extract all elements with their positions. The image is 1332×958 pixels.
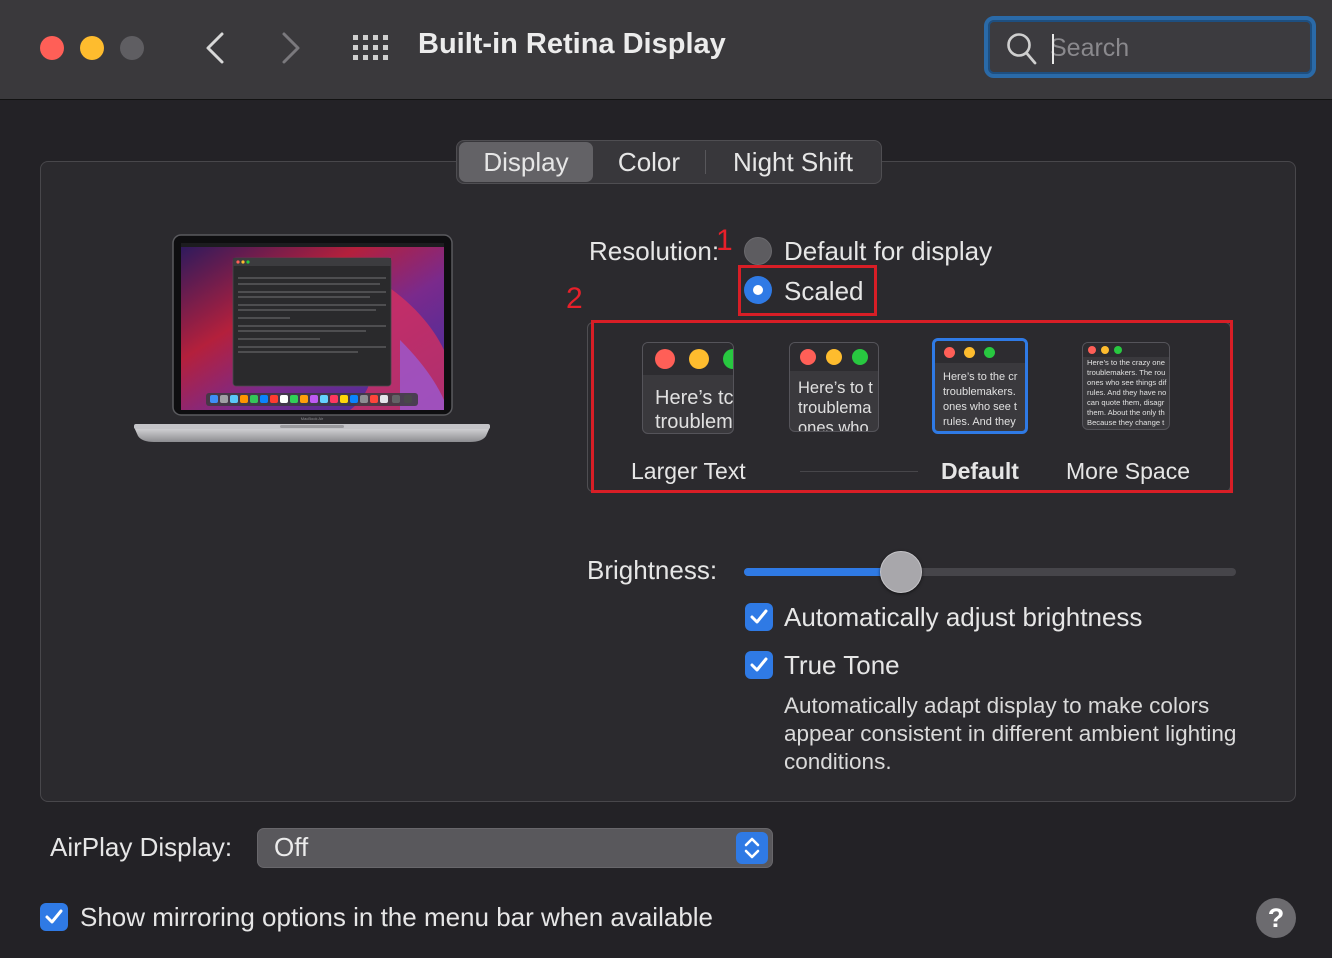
checkmark-icon [748, 654, 770, 676]
up-down-chevron-icon [736, 832, 768, 864]
tab-bar: Display Color Night Shift [456, 140, 882, 184]
scaled-label[interactable]: Scaled [784, 276, 864, 307]
annotation-number-1: 1 [716, 224, 733, 258]
minimize-window-button[interactable] [80, 36, 104, 60]
grid-icon [352, 34, 390, 62]
text-caret [1052, 34, 1054, 64]
search-icon [1006, 32, 1038, 66]
forward-button[interactable] [272, 28, 308, 68]
search-field[interactable] [984, 16, 1316, 78]
tab-display[interactable]: Display [459, 142, 593, 182]
brightness-slider-fill [744, 568, 901, 576]
annotation-number-2: 2 [566, 282, 583, 316]
annotation-box-2 [591, 320, 1233, 493]
airplay-display-label: AirPlay Display: [50, 832, 232, 863]
brightness-slider[interactable] [744, 568, 1236, 576]
window-title: Built-in Retina Display [418, 28, 726, 61]
checkmark-icon [748, 606, 770, 628]
auto-brightness-label[interactable]: Automatically adjust brightness [784, 602, 1142, 633]
tab-night-shift[interactable]: Night Shift [706, 142, 880, 182]
brightness-slider-knob[interactable] [880, 551, 922, 593]
laptop-model-label: MacBook Air [301, 416, 324, 421]
help-button[interactable]: ? [1256, 898, 1296, 938]
title-bar: Built-in Retina Display [0, 0, 1332, 100]
show-mirroring-label[interactable]: Show mirroring options in the menu bar w… [80, 902, 713, 933]
chevron-right-icon [272, 28, 308, 68]
show-mirroring-checkbox[interactable] [40, 903, 68, 931]
airplay-display-select[interactable]: Off [257, 828, 773, 868]
airplay-display-value: Off [274, 832, 308, 863]
scaled-radio[interactable] [744, 276, 772, 304]
default-for-display-radio[interactable] [744, 237, 772, 265]
chevron-left-icon [198, 28, 234, 68]
true-tone-description: Automatically adapt display to make colo… [784, 692, 1254, 776]
back-button[interactable] [198, 28, 234, 68]
checkmark-icon [43, 906, 65, 928]
close-window-button[interactable] [40, 36, 64, 60]
auto-brightness-checkbox[interactable] [745, 603, 773, 631]
true-tone-label[interactable]: True Tone [784, 650, 900, 681]
true-tone-checkbox[interactable] [745, 651, 773, 679]
select-stepper[interactable] [736, 832, 768, 864]
brightness-label: Brightness: [587, 555, 717, 586]
show-all-button[interactable] [352, 34, 390, 62]
default-for-display-label[interactable]: Default for display [784, 236, 992, 267]
zoom-window-button[interactable] [120, 36, 144, 60]
laptop-image: MacBook Air [130, 230, 494, 450]
resolution-label: Resolution: [589, 236, 719, 267]
search-input[interactable] [1050, 30, 1300, 66]
tab-color[interactable]: Color [593, 142, 705, 182]
